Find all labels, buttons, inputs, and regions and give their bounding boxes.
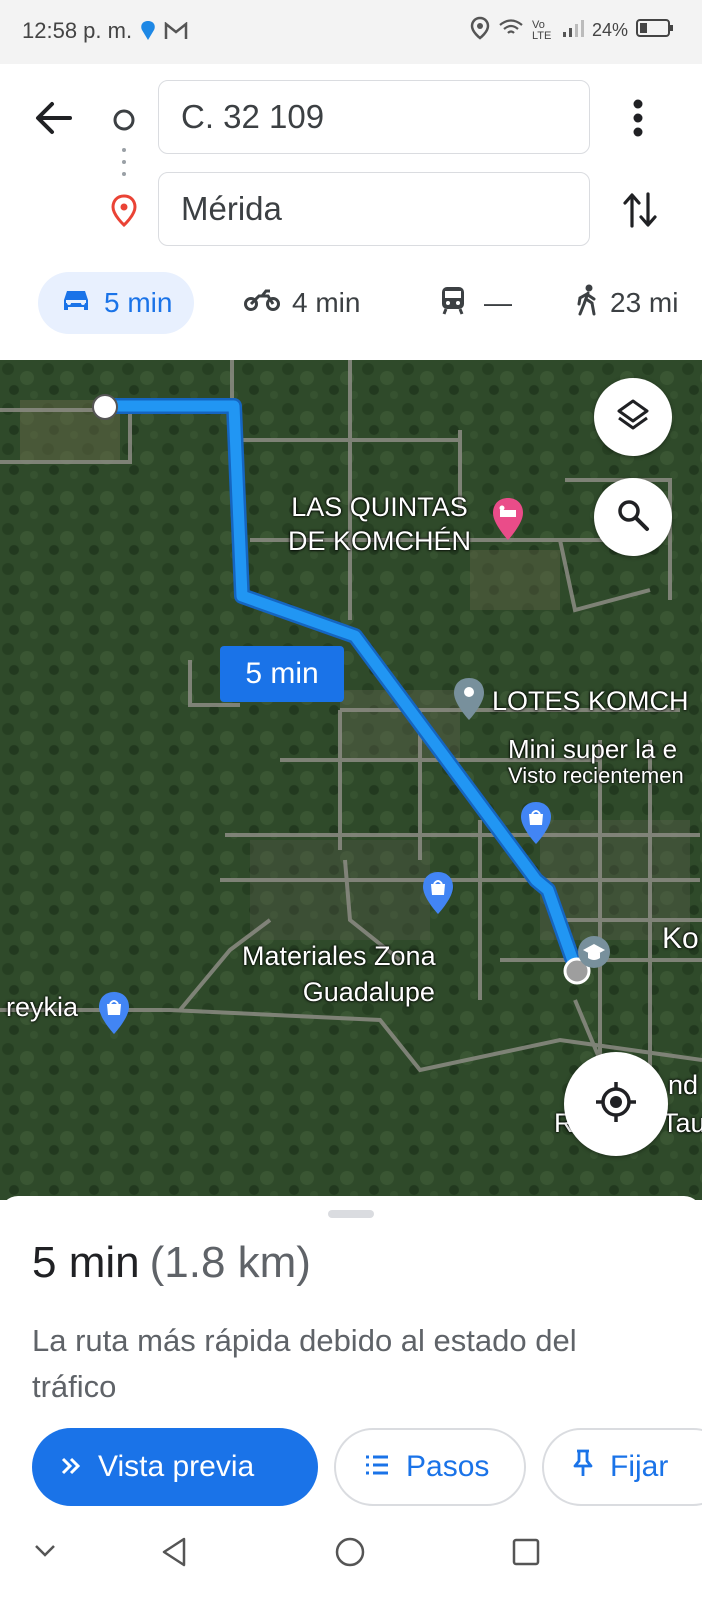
layers-button[interactable] bbox=[594, 378, 672, 456]
shopping-pin-icon[interactable] bbox=[518, 800, 554, 851]
mode-driving-label: 5 min bbox=[104, 287, 173, 318]
system-nav-bar bbox=[0, 1514, 702, 1600]
transit-icon bbox=[440, 285, 466, 322]
my-location-icon bbox=[594, 1080, 638, 1129]
shopping-pin-icon[interactable] bbox=[96, 990, 132, 1041]
place-materiales-zona[interactable]: Materiales Zona Guadalupe bbox=[242, 938, 436, 1010]
hotel-pin-icon[interactable] bbox=[490, 496, 526, 547]
travel-modes: 5 min 4 min — 23 mi bbox=[0, 272, 702, 336]
place-las-quintas[interactable]: LAS QUINTAS DE KOMCHÉN bbox=[288, 490, 471, 558]
place-label-line: Tau bbox=[662, 1108, 702, 1138]
battery-icon bbox=[636, 18, 674, 43]
place-label-line: Ko bbox=[662, 922, 699, 955]
motorcycle-icon bbox=[244, 287, 280, 319]
destination-pin-icon bbox=[110, 194, 138, 233]
map-view[interactable]: 5 min LAS QUINTAS DE KOMCHÉN LOTES KOMCH… bbox=[0, 360, 702, 1200]
place-label-line: nd bbox=[668, 1070, 699, 1100]
school-pin-icon[interactable] bbox=[576, 934, 612, 979]
layers-icon bbox=[615, 397, 651, 438]
battery-percent: 24% bbox=[591, 20, 628, 40]
gmail-icon bbox=[164, 21, 188, 45]
sheet-drag-handle[interactable] bbox=[328, 1210, 374, 1218]
mode-motorcycle-label: 4 min bbox=[292, 287, 361, 318]
steps-button-label: Pasos bbox=[406, 1450, 490, 1483]
route-time-badge[interactable]: 5 min bbox=[220, 646, 344, 702]
route-distance: (1.8 km) bbox=[149, 1238, 311, 1287]
mode-driving[interactable]: 5 min bbox=[38, 272, 195, 334]
place-reykia[interactable]: reykia bbox=[6, 992, 78, 1023]
my-location-button[interactable] bbox=[564, 1052, 668, 1156]
place-label-line: Materiales Zona bbox=[242, 941, 436, 971]
preview-button[interactable]: Vista previa bbox=[32, 1428, 318, 1506]
place-label-line: Mini super la e bbox=[508, 734, 678, 764]
status-bar: 12:58 p. m. Vo LTE 24% bbox=[0, 0, 702, 64]
route-duration: 5 min bbox=[32, 1238, 140, 1287]
route-panel: C. 32 109 Mérida 5 min 4 min — 23 mi bbox=[0, 64, 702, 360]
chevron-down-icon[interactable] bbox=[34, 1544, 56, 1563]
place-tau[interactable]: Tau bbox=[662, 1108, 702, 1139]
pin-icon bbox=[572, 1448, 594, 1486]
place-label-line: Guadalupe bbox=[302, 977, 435, 1007]
shopping-pin-icon[interactable] bbox=[420, 870, 456, 921]
signal-icon bbox=[562, 18, 584, 43]
mode-motorcycle[interactable]: 4 min bbox=[244, 272, 360, 334]
car-icon bbox=[60, 286, 92, 321]
route-dots-icon bbox=[121, 144, 127, 199]
search-along-route-button[interactable] bbox=[594, 478, 672, 556]
mode-transit-label: — bbox=[484, 287, 512, 318]
volte-label: Vo LTE bbox=[531, 18, 552, 42]
nav-back-icon[interactable] bbox=[160, 1536, 188, 1573]
more-options-icon[interactable] bbox=[632, 98, 644, 143]
status-right: Vo LTE 24% bbox=[470, 16, 674, 45]
route-start-marker bbox=[90, 392, 120, 427]
mode-transit[interactable]: — bbox=[440, 272, 512, 334]
nav-recents-icon[interactable] bbox=[512, 1538, 540, 1571]
origin-field[interactable]: C. 32 109 bbox=[158, 80, 590, 154]
steps-button[interactable]: Pasos bbox=[334, 1428, 526, 1506]
place-lotes-komchen[interactable]: LOTES KOMCH bbox=[492, 686, 689, 717]
place-label-line: DE KOMCHÉN bbox=[288, 526, 472, 556]
preview-button-label: Vista previa bbox=[98, 1450, 255, 1483]
place-label-line: LOTES KOMCH bbox=[492, 686, 689, 716]
place-label-line: reykia bbox=[6, 992, 79, 1022]
place-ko[interactable]: Ko bbox=[662, 922, 699, 956]
destination-field[interactable]: Mérida bbox=[158, 172, 590, 246]
origin-text: C. 32 109 bbox=[181, 98, 325, 135]
destination-text: Mérida bbox=[181, 190, 282, 227]
double-chevron-icon bbox=[60, 1450, 82, 1484]
list-icon bbox=[364, 1450, 390, 1484]
status-time: 12:58 p. m. bbox=[22, 18, 133, 43]
place-label-sub: Visto recientemen bbox=[508, 763, 684, 788]
place-pin-icon[interactable] bbox=[452, 676, 486, 727]
back-arrow-icon[interactable] bbox=[34, 100, 74, 141]
wifi-icon bbox=[498, 18, 524, 43]
route-time-badge-text: 5 min bbox=[245, 657, 319, 690]
place-mini-super[interactable]: Mini super la e Visto recientemen bbox=[508, 734, 684, 789]
mode-walking-label: 23 mi bbox=[610, 287, 679, 318]
mode-walking[interactable]: 23 mi bbox=[576, 272, 678, 334]
search-icon bbox=[616, 498, 650, 537]
nav-home-icon[interactable] bbox=[334, 1536, 366, 1573]
route-summary: 5 min (1.8 km) bbox=[32, 1238, 311, 1288]
place-nd[interactable]: nd bbox=[668, 1070, 698, 1101]
origin-circle-icon bbox=[112, 108, 136, 137]
pin-button[interactable]: Fijar bbox=[542, 1428, 702, 1506]
location-icon bbox=[470, 16, 490, 45]
route-description: La ruta más rápida debido al estado del … bbox=[32, 1323, 577, 1404]
walk-icon bbox=[576, 284, 598, 323]
route-summary-sheet: 5 min (1.8 km) La ruta más rápida debido … bbox=[0, 1196, 702, 1514]
notification-icon bbox=[138, 20, 158, 47]
place-label-line: LAS QUINTAS bbox=[291, 492, 468, 522]
swap-icon[interactable] bbox=[622, 190, 658, 235]
pin-button-label: Fijar bbox=[610, 1450, 669, 1483]
